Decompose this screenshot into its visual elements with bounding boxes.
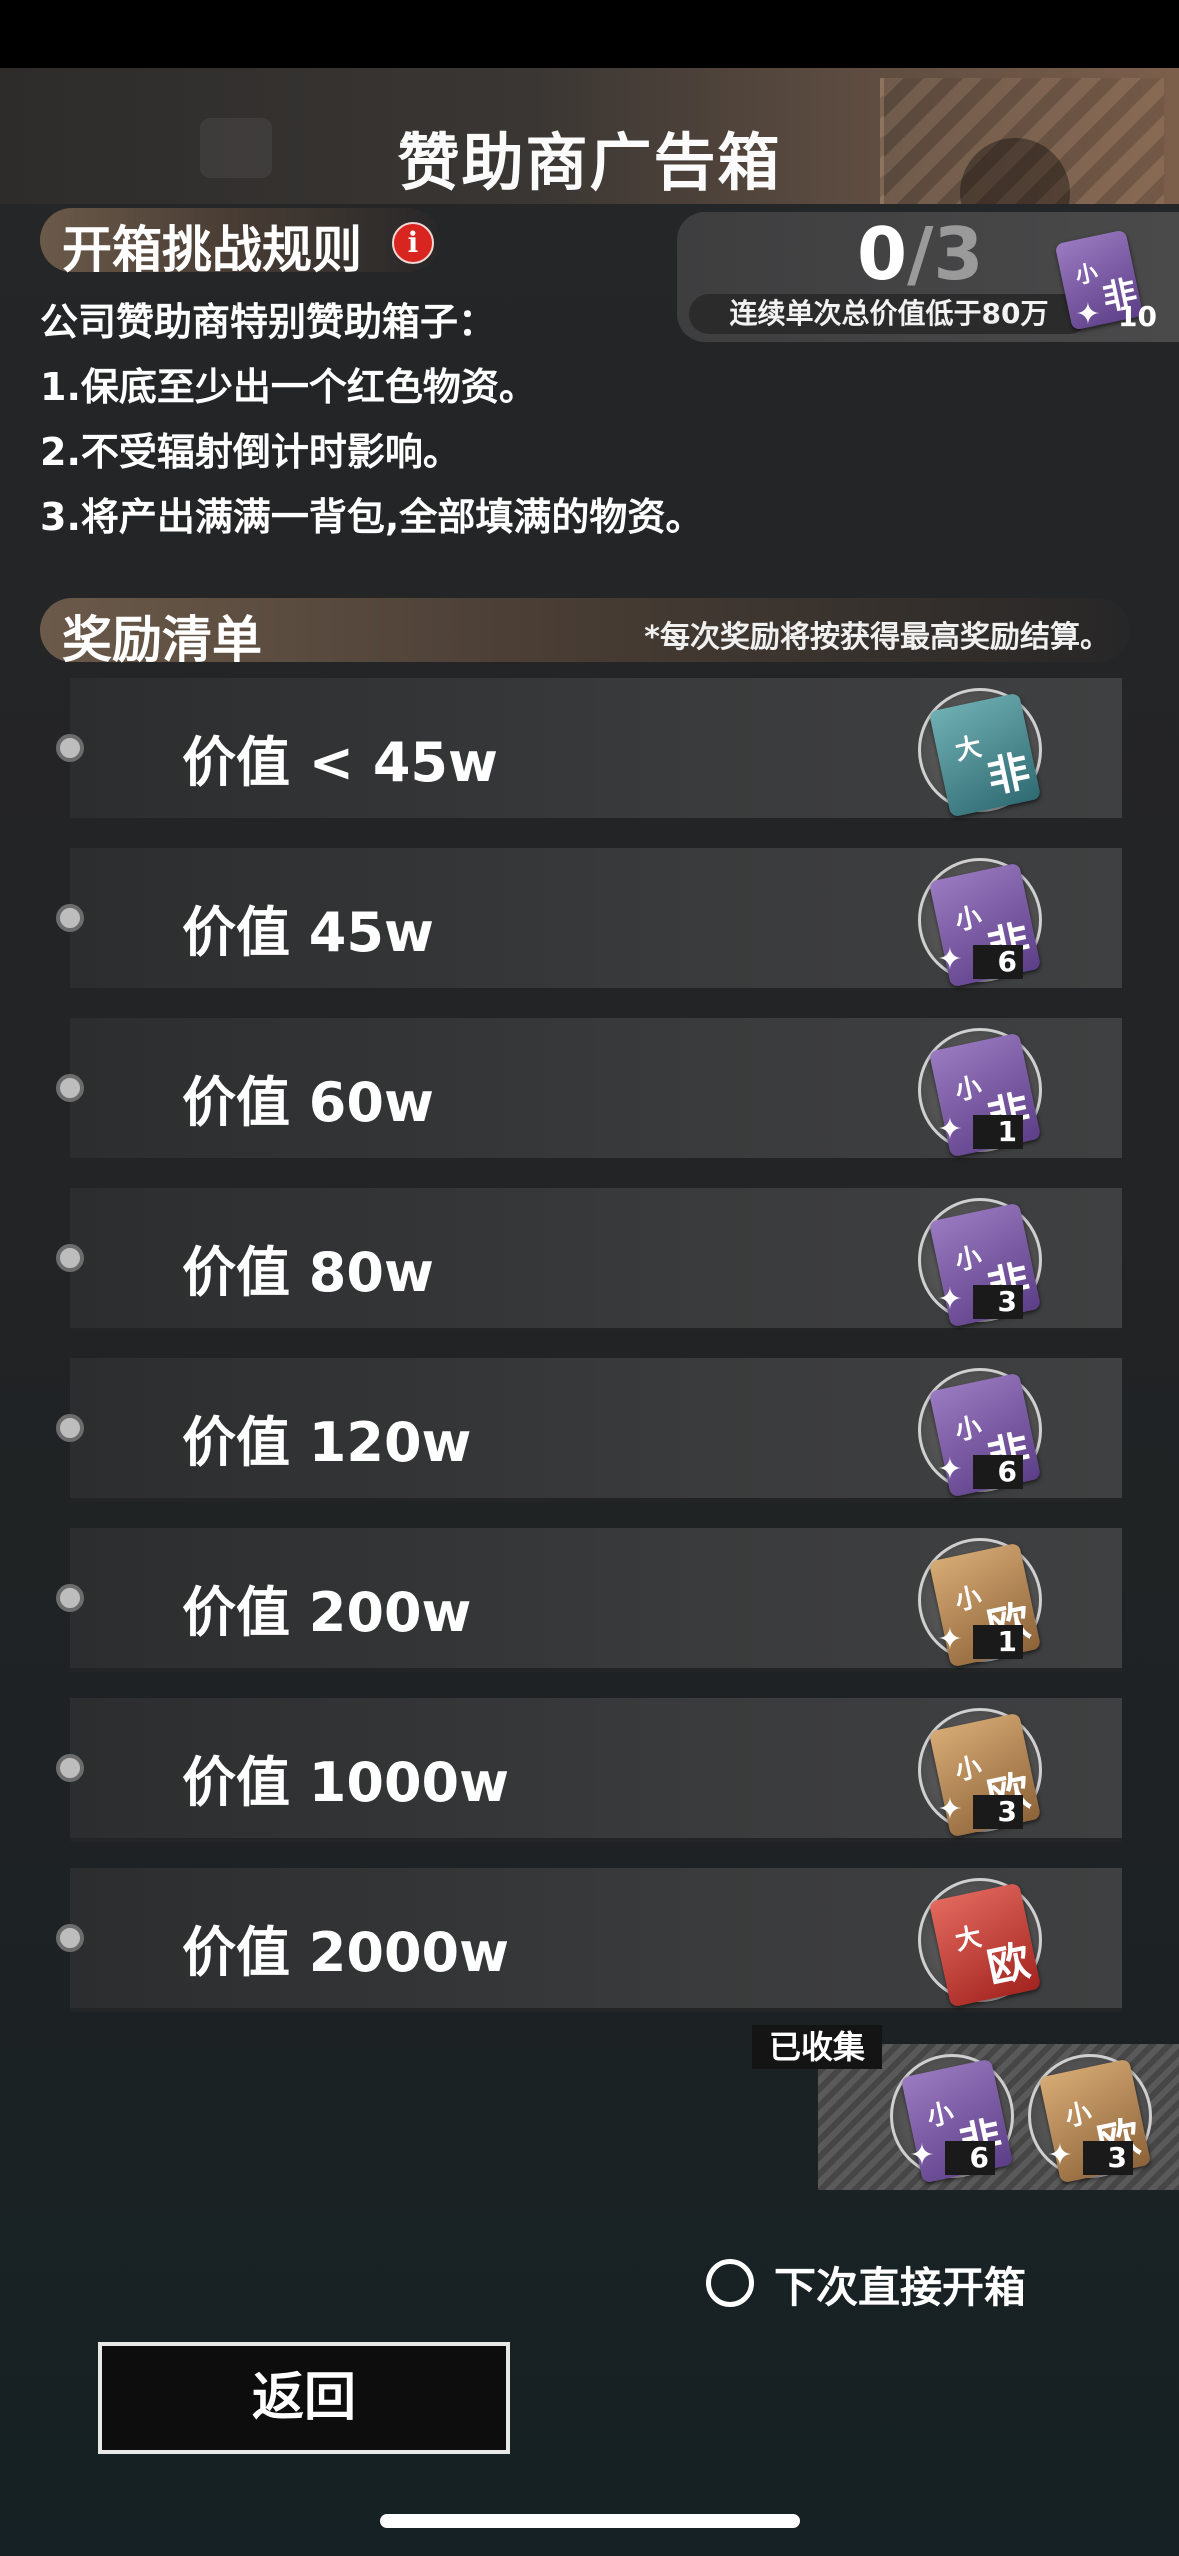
rewards-note: *每次奖励将按获得最高奖励结算。 [644,620,1110,655]
collected-qty: 3 [1083,2141,1133,2175]
reward-label: 价值 200w [182,1581,472,1644]
reward-qty: 1 [973,1115,1023,1149]
reward-dot [56,1244,84,1272]
reward-qty: 6 [973,1455,1023,1489]
puzzle-icon: ✦ [937,942,963,977]
reward-row: 价值 200w 小 欧 ✦ 1 [56,1528,1122,1672]
reward-row: 价值 120w 小 非 ✦ 6 [56,1358,1122,1502]
puzzle-icon: ✦ [937,1282,963,1317]
rewards-tab: 奖励清单 *每次奖励将按获得最高奖励结算。 [40,598,1130,669]
reward-icon[interactable]: 小 非 ✦ 1 [918,1028,1042,1158]
collected-item[interactable]: 小 非 ✦ 6 [890,2054,1014,2184]
challenge-total: 3 [933,212,984,296]
reward-label: 价值 2000w [182,1921,509,1984]
rewards-tab-label: 奖励清单 [62,611,262,669]
rules-text: 公司赞助商特别赞助箱子： 1.保底至少出一个红色物资。 2.不受辐射倒计时影响。… [40,290,703,550]
puzzle-icon: ✦ [937,1112,963,1147]
puzzle-icon: ✦ [937,1622,963,1657]
reward-qty: 3 [973,1795,1023,1829]
reward-icon[interactable]: 大 非 [918,688,1042,818]
reward-row: 价值 80w 小 非 ✦ 3 [56,1188,1122,1332]
reward-qty: 1 [973,1625,1023,1659]
reward-row: 价值 < 45w 大 非 [56,678,1122,822]
reward-dot [56,1074,84,1102]
challenge-reward-qty: 10 [1118,300,1157,333]
reward-label: 价值 120w [182,1411,472,1474]
challenge-done: 0 [857,212,908,296]
puzzle-icon: ✦ [909,2138,935,2173]
collected-qty: 6 [945,2141,995,2175]
reward-icon[interactable]: 小 欧 ✦ 1 [918,1538,1042,1668]
page-title: 赞助商广告箱 [397,126,782,199]
reward-label: 价值 1000w [182,1751,509,1814]
reward-card: 大 欧 [928,1882,1042,2008]
reward-label: 价值 80w [182,1241,434,1304]
reward-dot [56,904,84,932]
back-button[interactable]: 返回 [98,2342,510,2454]
reward-qty: 6 [973,945,1023,979]
challenge-condition: 连续单次总价值低于80万 [689,294,1089,334]
reward-row: 价值 60w 小 非 ✦ 1 [56,1018,1122,1162]
info-icon[interactable]: i [392,222,434,264]
reward-icon[interactable]: 小 欧 ✦ 3 [918,1708,1042,1838]
reward-qty: 3 [973,1285,1023,1319]
puzzle-icon: ✦ [1047,2138,1073,2173]
reward-label: 价值 60w [182,1071,434,1134]
challenge-progress: 0/3 连续单次总价值低于80万 小 非 ✦ 10 [677,212,1179,342]
reward-card: 大 非 [928,692,1042,818]
reward-row: 价值 45w 小 非 ✦ 6 [56,848,1122,992]
reward-row: 价值 1000w 小 欧 ✦ 3 [56,1698,1122,1842]
reward-dot [56,1414,84,1442]
direct-open-radio[interactable] [706,2259,754,2307]
reward-label: 价值 < 45w [182,731,498,794]
reward-icon[interactable]: 大 欧 [918,1878,1042,2008]
challenge-count: 0/3 [857,212,984,296]
reward-icon[interactable]: 小 非 ✦ 3 [918,1198,1042,1328]
reward-dot [56,1924,84,1952]
reward-row: 价值 2000w 大 欧 [56,1868,1122,2012]
rules-tab-label: 开箱挑战规则 [62,221,362,279]
reward-icon[interactable]: 小 非 ✦ 6 [918,1368,1042,1498]
reward-dot [56,734,84,762]
rules-line: 1.保底至少出一个红色物资。 [40,365,537,409]
status-bar [0,0,1179,68]
reward-icon[interactable]: 小 非 ✦ 6 [918,858,1042,988]
home-indicator[interactable] [380,2514,800,2528]
collected-item[interactable]: 小 欧 ✦ 3 [1028,2054,1152,2184]
reward-dot [56,1754,84,1782]
rules-line: 2.不受辐射倒计时影响。 [40,430,461,474]
rules-line: 3.将产出满满一背包,全部填满的物资。 [40,495,704,539]
collected-label: 已收集 [752,2025,882,2069]
header: 赞助商广告箱 [0,68,1179,204]
reward-label: 价值 45w [182,901,434,964]
rules-line: 公司赞助商特别赞助箱子： [40,300,497,344]
puzzle-icon: ✦ [937,1792,963,1827]
challenge-slash: / [907,212,934,296]
puzzle-icon: ✦ [937,1452,963,1487]
rules-tab: 开箱挑战规则 i [40,208,440,279]
puzzle-icon: ✦ [1075,297,1101,332]
direct-open-label[interactable]: 下次直接开箱 [774,2254,1026,2315]
reward-dot [56,1584,84,1612]
